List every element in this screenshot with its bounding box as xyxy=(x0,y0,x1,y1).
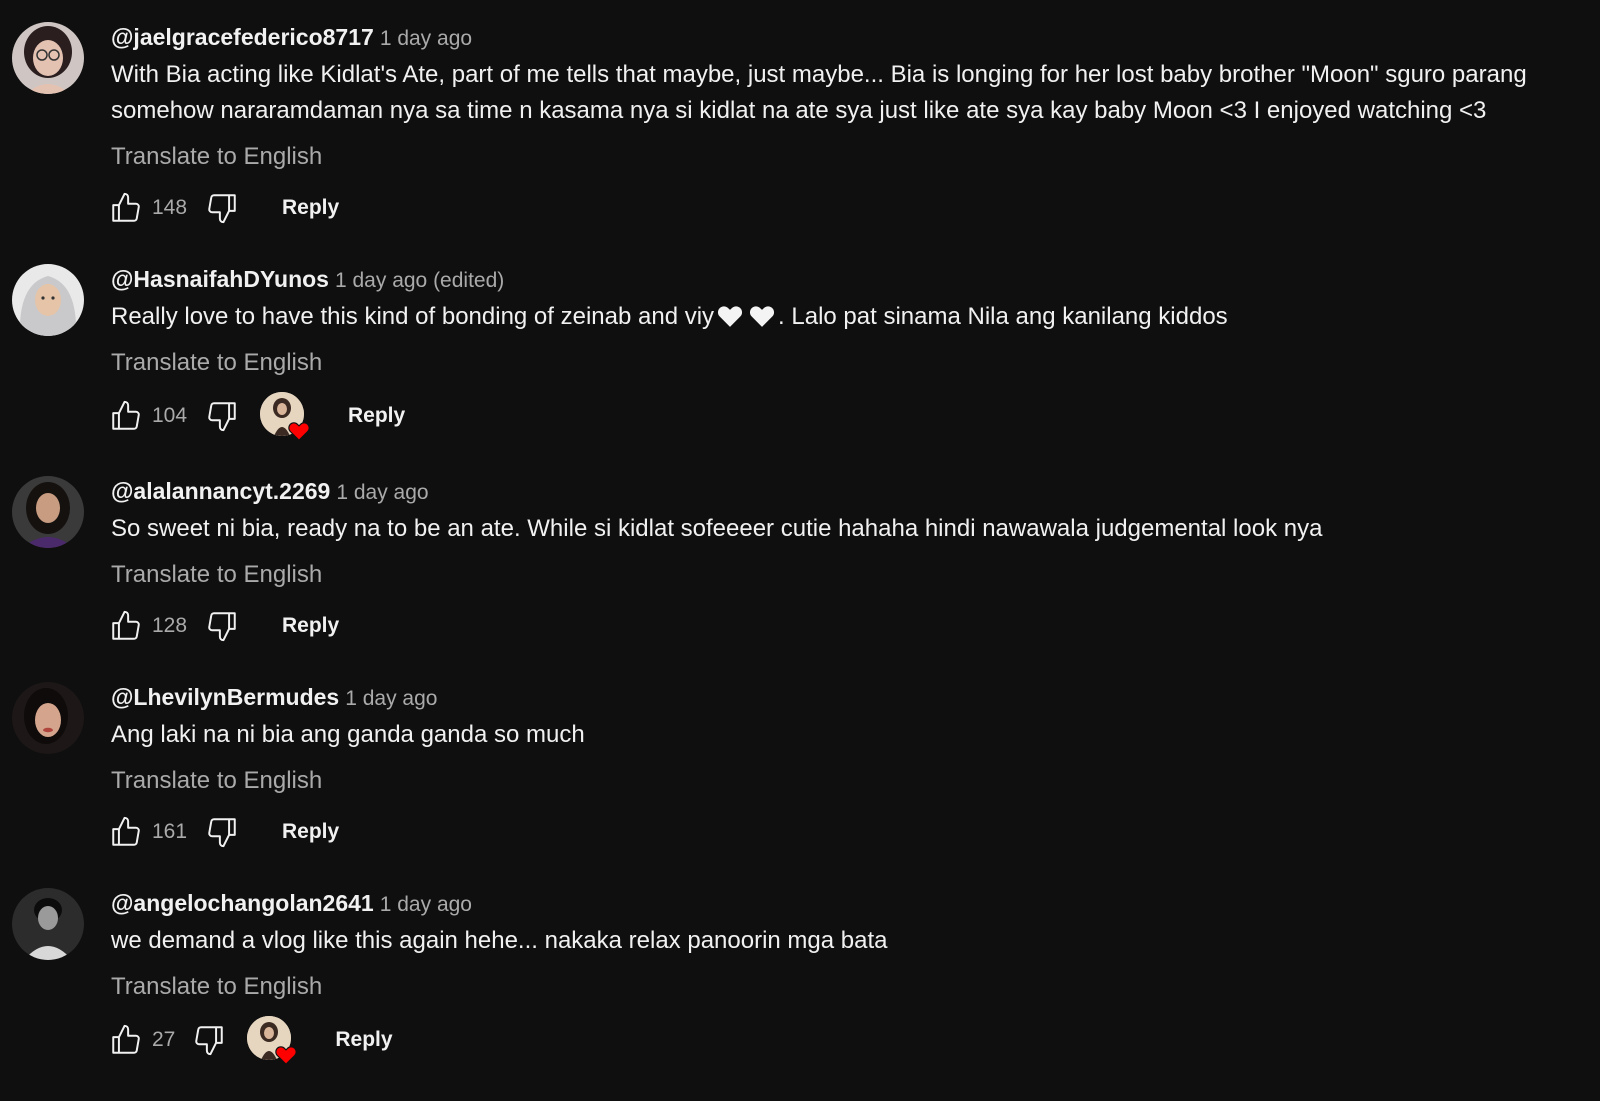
dislike-button[interactable] xyxy=(204,398,240,434)
comment-actions: 148 Reply xyxy=(108,184,339,232)
comment-text: So sweet ni bia, ready na to be an ate. … xyxy=(111,515,1323,542)
thumbs-down-icon xyxy=(208,402,236,432)
comment-timestamp[interactable]: 1 day ago xyxy=(380,27,472,50)
comment-text-line: With Bia acting like Kidlat's Ate, part … xyxy=(111,61,1527,88)
comment-text-segment: . Lalo pat sinama Nila ang kanilang kidd… xyxy=(778,303,1228,330)
like-count: 128 xyxy=(152,614,188,637)
translate-link[interactable]: Translate to English xyxy=(111,971,1591,1003)
comment-actions: 161 Reply xyxy=(108,808,339,856)
like-button[interactable] xyxy=(108,608,144,644)
heart-icon xyxy=(288,422,310,441)
reply-button[interactable]: Reply xyxy=(335,1028,392,1052)
comment-actions: 27 Reply xyxy=(108,1016,393,1065)
creator-heart-badge xyxy=(247,1016,298,1065)
translate-link[interactable]: Translate to English xyxy=(111,347,1591,379)
like-count: 104 xyxy=(152,404,188,427)
thumbs-down-icon xyxy=(208,194,236,224)
avatar-woman-portrait-icon xyxy=(12,682,84,754)
thumbs-up-icon xyxy=(112,1024,140,1054)
comment-author[interactable]: @jaelgracefederico8717 xyxy=(111,24,374,50)
author-avatar[interactable] xyxy=(12,682,84,754)
thumbs-down-icon xyxy=(208,612,236,642)
avatar-woman-hijab-icon xyxy=(12,264,84,336)
comment-actions: 104 Reply xyxy=(108,392,405,441)
reply-button[interactable]: Reply xyxy=(348,404,405,428)
thumbs-up-icon xyxy=(112,610,140,640)
comment-text: Ang laki na ni bia ang ganda ganda so mu… xyxy=(111,721,585,748)
author-avatar[interactable] xyxy=(12,22,84,94)
dislike-button[interactable] xyxy=(204,190,240,226)
comment-text: With Bia acting like Kidlat's Ate, part … xyxy=(111,57,1591,129)
comment-timestamp[interactable]: 1 day ago xyxy=(345,687,437,710)
comment-author[interactable]: @angelochangolan2641 xyxy=(111,890,374,916)
translate-link[interactable]: Translate to English xyxy=(111,559,1591,591)
comment-author[interactable]: @HasnaifahDYunos xyxy=(111,266,329,292)
like-button[interactable] xyxy=(108,190,144,226)
comment-actions: 128 Reply xyxy=(108,602,339,650)
comment-author[interactable]: @LhevilynBermudes xyxy=(111,684,339,710)
thumbs-down-icon xyxy=(208,818,236,848)
reply-button[interactable]: Reply xyxy=(282,614,339,638)
white-heart-emoji-icon xyxy=(718,306,743,327)
comment-timestamp[interactable]: 1 day ago xyxy=(336,481,428,504)
translate-link[interactable]: Translate to English xyxy=(111,141,1591,173)
dislike-button[interactable] xyxy=(204,814,240,850)
like-button[interactable] xyxy=(108,1022,144,1058)
thumbs-up-icon xyxy=(112,400,140,430)
thumbs-up-icon xyxy=(112,816,140,846)
thumbs-down-icon xyxy=(195,1026,224,1056)
reply-button[interactable]: Reply xyxy=(282,196,339,220)
dislike-button[interactable] xyxy=(191,1022,227,1058)
translate-link[interactable]: Translate to English xyxy=(111,765,1591,797)
like-button[interactable] xyxy=(108,398,144,434)
comment-author[interactable]: @alalannancyt.2269 xyxy=(111,478,330,504)
heart-icon xyxy=(275,1046,298,1065)
like-button[interactable] xyxy=(108,814,144,850)
dislike-button[interactable] xyxy=(204,608,240,644)
comment-text-segment: Really love to have this kind of bonding… xyxy=(111,303,715,330)
avatar-man-monochrome-icon xyxy=(12,888,84,960)
avatar-woman-dark-hair-icon xyxy=(12,476,84,548)
like-count: 148 xyxy=(152,196,188,219)
comment-timestamp[interactable]: 1 day ago (edited) xyxy=(335,269,504,292)
comment-text: Really love to have this kind of bonding… xyxy=(111,299,1591,335)
avatar-woman-glasses-icon xyxy=(12,22,84,94)
thumbs-up-icon xyxy=(112,192,140,222)
comment-text: we demand a vlog like this again hehe...… xyxy=(111,927,888,954)
comment-text-line: somehow nararamdaman nya sa time n kasam… xyxy=(111,97,1487,124)
author-avatar[interactable] xyxy=(12,264,84,336)
author-avatar[interactable] xyxy=(12,888,84,960)
author-avatar[interactable] xyxy=(12,476,84,548)
comment-timestamp[interactable]: 1 day ago xyxy=(380,893,472,916)
creator-heart-badge xyxy=(260,392,310,441)
white-heart-emoji-icon xyxy=(750,306,775,327)
like-count: 161 xyxy=(152,820,188,843)
like-count: 27 xyxy=(152,1028,176,1051)
reply-button[interactable]: Reply xyxy=(282,820,339,844)
